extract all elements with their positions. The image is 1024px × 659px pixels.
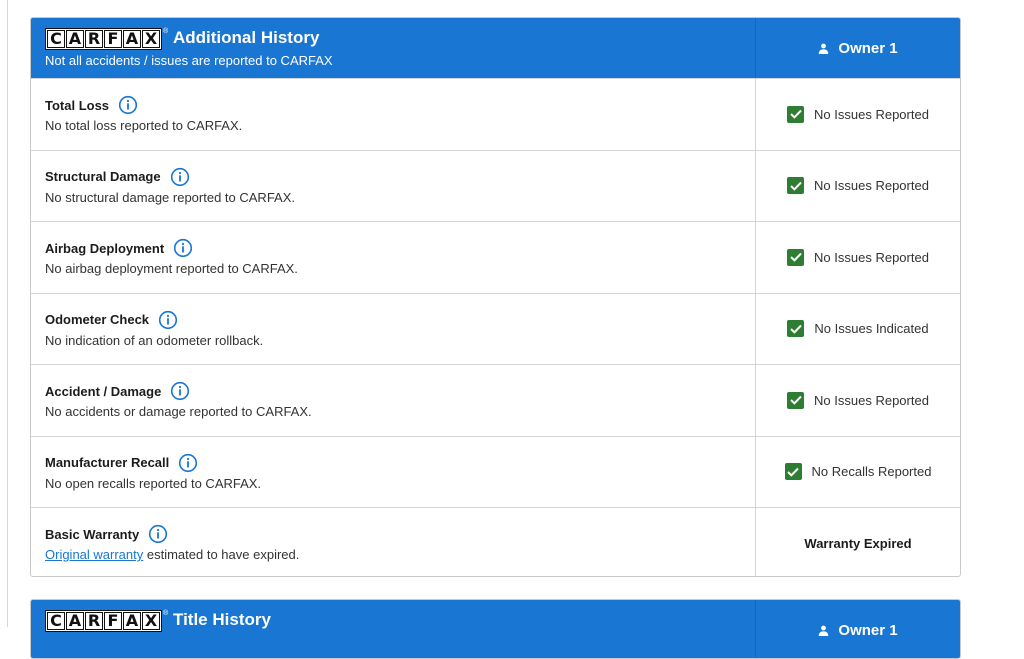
row-description: No indication of an odometer rollback. <box>45 332 264 348</box>
owner-column-header: Owner 1 <box>756 600 960 658</box>
warranty-status-text: Warranty Expired <box>804 535 912 551</box>
status-text: No Issues Indicated <box>814 321 929 337</box>
row-title-text: Basic Warranty <box>45 526 140 542</box>
section-subtitle: Not all accidents / issues are reported … <box>45 53 333 68</box>
header-left: C A R F A X ® Additional History Not all… <box>31 18 756 78</box>
row-status: No Issues Reported <box>756 365 960 436</box>
row-left: Accident / Damage No accidents or damage… <box>31 365 756 436</box>
check-icon <box>787 320 805 338</box>
page-left-divider <box>7 0 8 627</box>
history-row-structural-damage: Structural Damage No structural damage r… <box>31 149 960 222</box>
row-left: Airbag Deployment No airbag deployment r… <box>31 222 756 293</box>
original-warranty-link[interactable]: Original warranty <box>45 547 143 562</box>
additional-history-panel: C A R F A X ® Additional History Not all… <box>30 17 961 577</box>
logo-letter: R <box>85 30 103 48</box>
logo-letter: C <box>47 30 65 48</box>
status-text: No Issues Reported <box>814 178 929 194</box>
carfax-logo-box: C A R F A X <box>45 28 162 50</box>
row-status: Warranty Expired <box>756 508 960 576</box>
info-icon[interactable] <box>170 381 190 401</box>
row-left: Basic Warranty Original warranty estimat… <box>31 508 756 576</box>
owner-label: Owner 1 <box>838 39 898 57</box>
history-row-manufacturer-recall: Manufacturer Recall No open recalls repo… <box>31 435 960 508</box>
row-title-text: Airbag Deployment <box>45 240 165 256</box>
info-icon[interactable] <box>178 453 198 473</box>
owner-label: Owner 1 <box>838 621 898 639</box>
section-title: Additional History <box>173 28 320 47</box>
row-status: No Issues Indicated <box>756 294 960 365</box>
row-description: No accidents or damage reported to CARFA… <box>45 404 312 419</box>
logo-letter: X <box>142 612 160 630</box>
person-icon <box>818 43 829 54</box>
check-icon <box>787 248 805 266</box>
check-icon <box>787 177 805 195</box>
header-left: C A R F A X ® Title History <box>31 600 756 658</box>
row-left: Odometer Check No indication of an odome… <box>31 293 756 364</box>
row-status: No Issues Reported <box>756 151 960 222</box>
row-left: Structural Damage No structural damage r… <box>31 150 756 221</box>
title-history-header: C A R F A X ® Title History Owner 1 <box>31 600 960 658</box>
info-icon[interactable] <box>148 524 168 544</box>
row-left: Total Loss No total loss reported to CAR… <box>31 79 756 150</box>
logo-letter: A <box>123 612 141 630</box>
check-icon <box>784 463 802 481</box>
logo-letter: F <box>104 30 122 48</box>
row-title-text: Total Loss <box>45 97 110 113</box>
owner-column-header: Owner 1 <box>756 18 960 78</box>
additional-history-header: C A R F A X ® Additional History Not all… <box>31 18 960 78</box>
status-text: No Issues Reported <box>814 392 929 408</box>
logo-letter: F <box>104 612 122 630</box>
row-description: No structural damage reported to CARFAX. <box>45 189 296 205</box>
registered-mark: ® <box>163 28 169 35</box>
registered-mark: ® <box>163 610 169 617</box>
row-title: Manufacturer Recall <box>45 453 755 473</box>
row-status: No Recalls Reported <box>756 437 960 508</box>
info-icon[interactable] <box>158 310 178 330</box>
row-title-text: Manufacturer Recall <box>45 455 170 470</box>
row-title: Accident / Damage <box>45 381 755 401</box>
logo-letter: R <box>85 612 103 630</box>
info-icon[interactable] <box>118 95 138 115</box>
carfax-logo-box: C A R F A X <box>45 610 162 632</box>
info-icon[interactable] <box>173 238 193 258</box>
logo-letter: A <box>123 30 141 48</box>
row-description: No total loss reported to CARFAX. <box>45 118 243 133</box>
carfax-logo: C A R F A X ® <box>45 610 168 632</box>
history-row-accident-damage: Accident / Damage No accidents or damage… <box>31 364 960 436</box>
status-text: No Recalls Reported <box>811 464 932 480</box>
row-title: Airbag Deployment <box>45 238 755 258</box>
row-title: Structural Damage <box>45 167 755 187</box>
check-icon <box>787 105 805 123</box>
logo-letter: A <box>66 30 84 48</box>
row-title: Basic Warranty <box>45 524 755 544</box>
row-description: No airbag deployment reported to CARFAX. <box>45 261 298 276</box>
logo-letter: C <box>47 612 65 630</box>
person-icon <box>818 625 829 636</box>
row-description: No open recalls reported to CARFAX. <box>45 475 262 491</box>
info-icon[interactable] <box>170 167 190 187</box>
row-title-text: Odometer Check <box>45 312 150 327</box>
logo-letter: A <box>66 612 84 630</box>
history-row-basic-warranty: Basic Warranty Original warranty estimat… <box>31 507 960 576</box>
history-row-total-loss: Total Loss No total loss reported to CAR… <box>31 78 960 150</box>
row-title: Odometer Check <box>45 310 755 330</box>
row-left: Manufacturer Recall No open recalls repo… <box>31 436 756 507</box>
section-title: Title History <box>173 610 271 629</box>
title-history-panel: C A R F A X ® Title History Owner 1 <box>30 599 961 659</box>
row-title: Total Loss <box>45 95 755 115</box>
row-title-text: Accident / Damage <box>45 383 162 399</box>
row-description: Original warranty estimated to have expi… <box>45 547 755 562</box>
logo-letter: X <box>142 30 160 48</box>
history-row-odometer-check: Odometer Check No indication of an odome… <box>31 292 960 365</box>
status-text: No Issues Reported <box>814 106 929 122</box>
status-text: No Issues Reported <box>814 249 929 265</box>
row-status: No Issues Reported <box>756 79 960 150</box>
check-icon <box>787 391 805 409</box>
row-description-rest: estimated to have expired. <box>143 547 300 562</box>
history-row-airbag-deployment: Airbag Deployment No airbag deployment r… <box>31 221 960 293</box>
carfax-logo: C A R F A X ® <box>45 28 168 50</box>
row-status: No Issues Reported <box>756 222 960 293</box>
row-title-text: Structural Damage <box>45 169 161 184</box>
